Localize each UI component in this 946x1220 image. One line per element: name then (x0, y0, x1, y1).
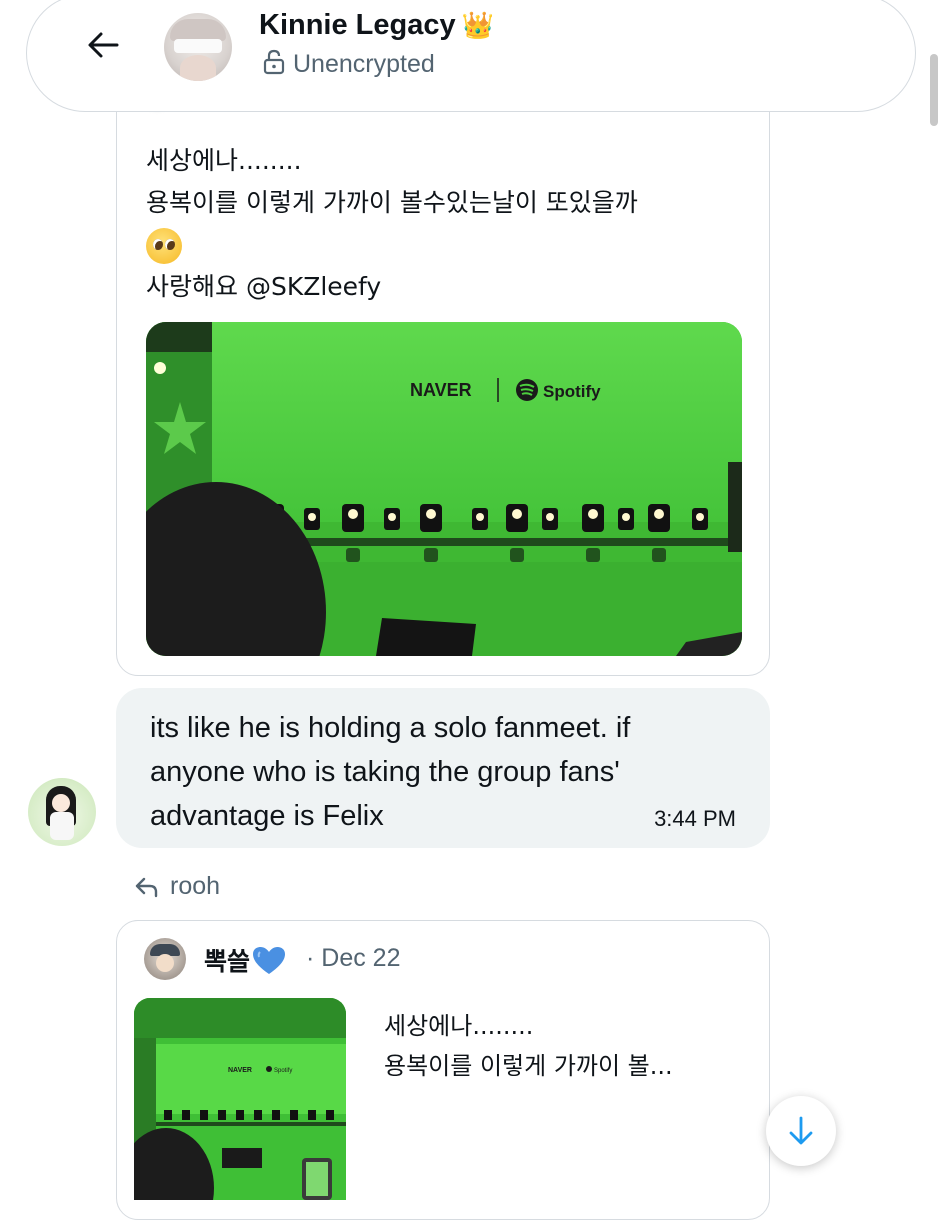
quoted-post-line: 용복이를 이렇게 가까이 볼수있는날이 또있을까 (146, 188, 638, 217)
conversation-name: Kinnie Legacy (259, 9, 456, 41)
quoted-post-line: 용복이를 이렇게 가까이 볼... (384, 1052, 673, 1080)
reply-label: rooh (134, 872, 220, 905)
spotify-logo: Spotify (543, 382, 601, 401)
quoted-post-line: 사랑해요 @SKZleefy (146, 272, 382, 301)
unlocked-padlock-icon (263, 49, 285, 82)
concert-stage-image: NAVER Spotify (146, 322, 742, 656)
back-button[interactable] (83, 25, 123, 65)
quoted-post-text: 세상에나........ 용복이를 이렇게 가까이 볼수있는날이 또있을까 사랑… (146, 140, 746, 308)
arrow-left-icon (88, 32, 119, 58)
reply-to-name: rooh (170, 872, 221, 900)
spotify-logo: Spotify (274, 1068, 292, 1074)
quoted-author-avatar (144, 938, 186, 980)
concert-stage-thumbnail: NAVER Spotify (134, 998, 346, 1200)
quoted-post-line: 세상에나........ (146, 146, 302, 175)
sender-avatar[interactable] (28, 778, 96, 846)
conversation-title[interactable]: Kinnie Legacy 👑 (259, 9, 494, 42)
quoted-post-line: 세상에나........ (384, 1012, 534, 1040)
reply-quoted-text: 세상에나........ 용복이를 이렇게 가까이 볼... (384, 1006, 673, 1086)
quoted-author-name: 뽁쓸 (204, 947, 251, 976)
quoted-post-photo[interactable]: NAVER Spotify (146, 322, 742, 656)
naver-logo: NAVER (228, 1067, 252, 1074)
message-bubble[interactable]: its like he is holding a solo fanmeet. i… (116, 688, 770, 848)
quoted-author-row: 뽁쓸 (204, 942, 286, 982)
blue-heart-icon (252, 946, 286, 982)
scroll-to-bottom-button[interactable] (766, 1096, 836, 1166)
naver-logo: NAVER (410, 380, 472, 400)
conversation-header: Kinnie Legacy 👑 Unencrypted (26, 0, 916, 112)
arrow-down-icon (789, 1116, 813, 1145)
crown-emoji-icon: 👑 (461, 10, 494, 40)
encryption-status: Unencrypted (263, 49, 435, 82)
pleading-face-emoji-icon (146, 228, 182, 264)
reply-quoted-photo[interactable]: NAVER Spotify (134, 998, 346, 1200)
group-avatar[interactable] (164, 13, 232, 81)
message-timestamp: 3:44 PM (654, 806, 736, 831)
quoted-post-date: · Dec 22 (306, 944, 401, 972)
scrollbar[interactable] (930, 54, 938, 126)
reply-arrow-icon (134, 876, 160, 905)
message-text: its like he is holding a solo fanmeet. i… (150, 712, 631, 832)
encryption-label: Unencrypted (293, 50, 435, 78)
